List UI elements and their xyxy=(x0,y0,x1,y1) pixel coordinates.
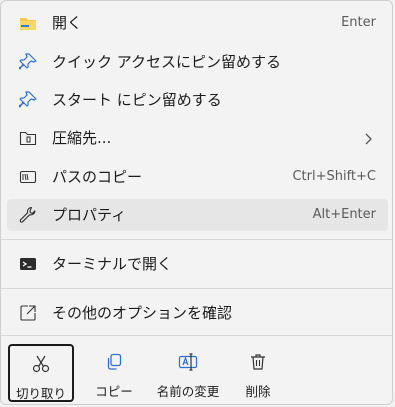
menu-item-compress-to[interactable]: 圧縮先... xyxy=(7,122,388,154)
menu-item-copy-path[interactable]: パスのコピー Ctrl+Shift+C xyxy=(7,161,388,193)
menu-item-pin-quick-access[interactable]: クイック アクセスにピン留めする xyxy=(7,46,388,78)
shortcut-text: Enter xyxy=(341,15,376,30)
shortcut-text: Ctrl+Shift+C xyxy=(292,169,376,184)
shortcut-text: Alt+Enter xyxy=(312,207,376,222)
chevron-right-icon xyxy=(362,131,374,145)
menu-item-open-terminal[interactable]: ターミナルで開く xyxy=(7,248,388,280)
menu-item-label: パスのコピー xyxy=(52,168,143,186)
rename-icon xyxy=(178,352,198,372)
menu-item-properties[interactable]: プロパティ Alt+Enter xyxy=(7,199,388,231)
copy-path-icon xyxy=(19,168,37,186)
folder-icon xyxy=(19,14,37,32)
separator xyxy=(1,288,392,289)
more-options-icon xyxy=(19,304,37,322)
delete-button[interactable]: 削除 xyxy=(225,344,291,402)
menu-item-label: クイック アクセスにピン留めする xyxy=(52,53,282,71)
menu-item-show-more-options[interactable]: その他のオプションを確認 xyxy=(7,297,388,329)
menu-item-label: スタート にピン留めする xyxy=(52,91,222,109)
pin-icon xyxy=(18,91,37,109)
delete-icon xyxy=(248,352,268,372)
cut-label: 切り取り xyxy=(15,386,66,401)
archive-icon xyxy=(19,129,37,147)
rename-label: 名前の変更 xyxy=(156,384,220,399)
copy-button[interactable]: コピー xyxy=(81,344,147,402)
menu-item-open[interactable]: 開く Enter xyxy=(7,7,388,39)
menu-item-pin-start[interactable]: スタート にピン留めする xyxy=(7,84,388,116)
cut-button[interactable]: 切り取り xyxy=(8,344,74,402)
quick-action-bar: 切り取り コピー 名前の変更 削除 xyxy=(1,334,394,406)
menu-item-label: ターミナルで開く xyxy=(52,255,173,273)
cut-icon xyxy=(31,354,51,374)
pin-icon xyxy=(18,53,37,71)
copy-icon xyxy=(104,352,124,372)
menu-item-label: 開く xyxy=(52,14,83,32)
copy-label: コピー xyxy=(95,384,133,399)
context-menu: 開く Enter クイック アクセスにピン留めする スタート にピン留めする 圧… xyxy=(0,0,393,405)
wrench-icon xyxy=(19,206,37,224)
menu-item-label: その他のオプションを確認 xyxy=(52,304,233,322)
rename-button[interactable]: 名前の変更 xyxy=(152,344,224,402)
menu-item-label: プロパティ xyxy=(52,206,127,224)
terminal-icon xyxy=(19,255,37,273)
delete-label: 削除 xyxy=(245,384,271,399)
separator xyxy=(1,239,392,240)
menu-item-label: 圧縮先... xyxy=(52,129,112,147)
